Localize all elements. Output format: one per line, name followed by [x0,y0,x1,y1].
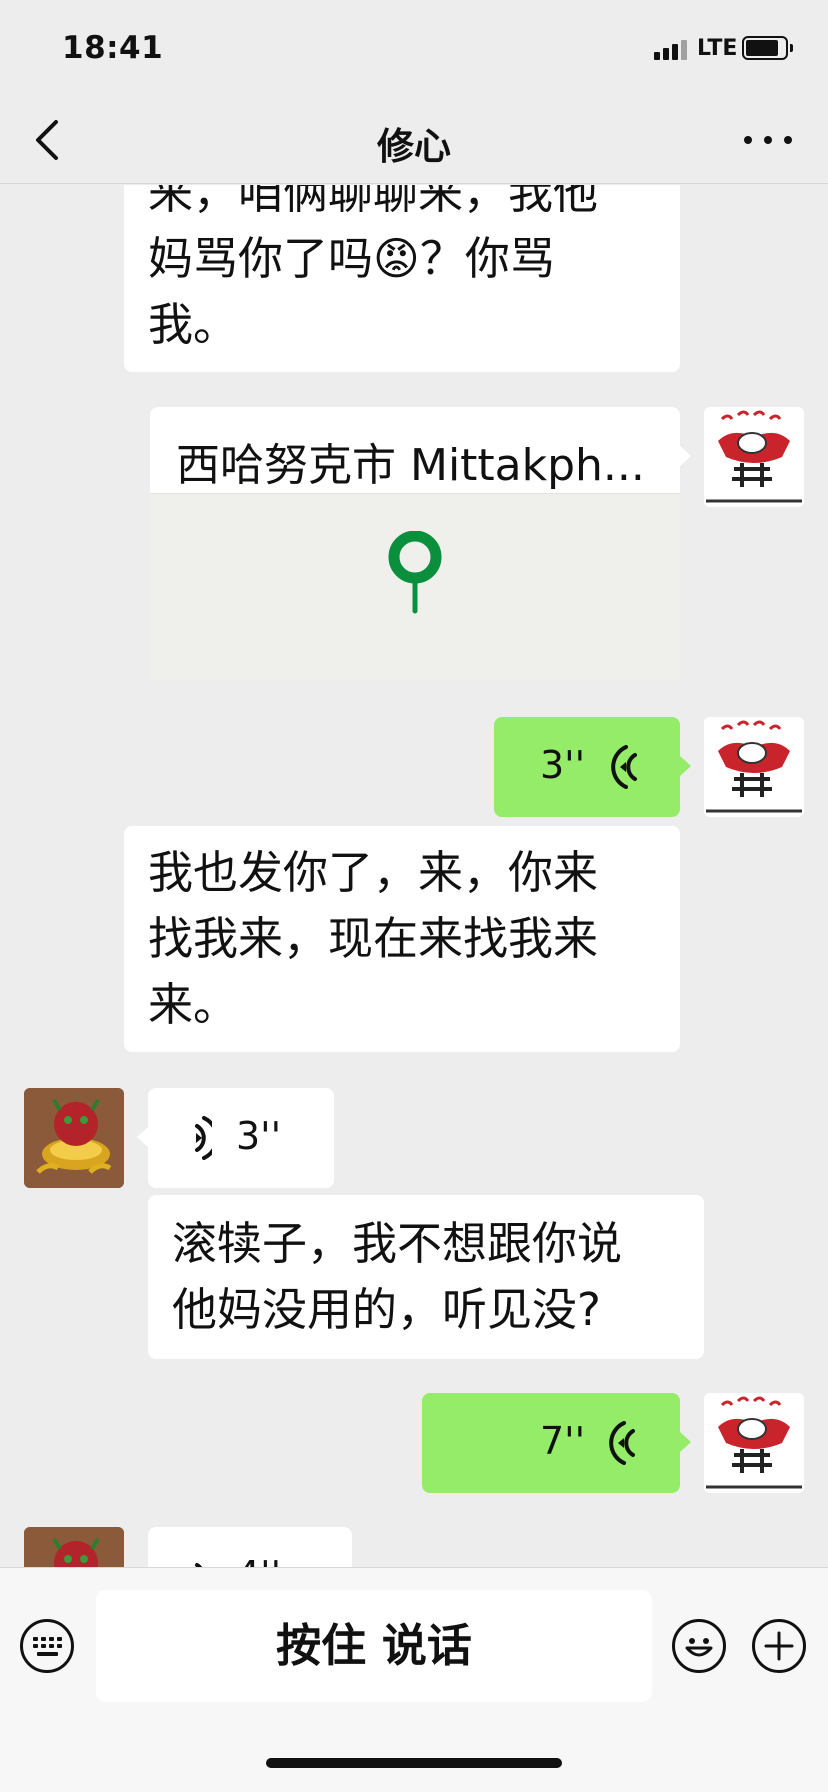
more-dots-icon [744,136,752,144]
battery-level [746,40,778,56]
voice-duration: 3'' [236,1114,282,1158]
emoji-icon [685,1638,713,1657]
location-title: 西哈努克市 Mittakph... [176,440,645,491]
battery-icon [742,36,793,60]
status-bar: 18:41 LTE [0,0,828,98]
message-text-line: 我也发你了，来，你来 [148,846,599,899]
message-bubble-voice[interactable]: 4'' [137,1527,352,1567]
avatar-self[interactable] [704,1393,804,1493]
message-list[interactable]: 来，咱俩聊聊来，我他 妈骂你了吗😡？你骂 我。 西哈努克市 Mittakph..… [0,185,828,1567]
home-indicator[interactable] [266,1758,562,1768]
voice-duration: 3'' [540,743,586,787]
message-text-line: 来，咱俩聊聊来，我他 [148,185,599,219]
emoji-button[interactable] [672,1619,726,1673]
message-bubble-voice[interactable]: 3'' [137,1088,334,1188]
message-text-line: 妈骂你了吗😡？你骂 [148,232,555,285]
message-text-line: 滚犊子，我不想跟你说 [172,1217,623,1270]
voice-duration: 4'' [236,1553,281,1567]
chat-title: 修心 [377,125,451,168]
keyboard-toggle-button[interactable] [20,1619,74,1673]
message-text-line: 我。 [148,298,239,351]
message-text-line: 来。 [148,978,239,1031]
self-avatar-logo-icon [704,407,804,507]
map-pin-icon [388,531,442,614]
voice-wave-icon [609,1421,635,1465]
location-map[interactable] [150,493,680,681]
avatar-self[interactable] [704,717,804,817]
voice-duration: 7'' [540,1419,586,1463]
message-bubble-voice[interactable]: 3'' [494,717,691,817]
signal-icon [654,38,688,60]
voice-wave-icon [195,1563,203,1567]
voice-wave-icon [611,745,637,789]
keyboard-icon [33,1637,62,1656]
chat-header: 修心 [0,98,828,184]
voice-wave-icon [195,1116,212,1160]
hold-to-talk-button[interactable]: 按住 说话 [96,1590,652,1702]
more-functions-button[interactable] [752,1619,806,1673]
avatar-self[interactable] [704,407,804,507]
status-time: 18:41 [62,30,164,66]
message-text-line: 他妈没用的，听见没? [172,1283,601,1336]
message-bubble-text[interactable]: 滚犊子，我不想跟你说 他妈没用的，听见没? [148,1195,704,1359]
self-avatar-logo-icon [704,1393,804,1493]
network-type: LTE [697,36,738,61]
more-button[interactable] [744,126,792,154]
avatar-other[interactable] [24,1527,124,1567]
avatar-other[interactable] [24,1088,124,1188]
message-bubble-voice[interactable]: 7'' [422,1393,691,1493]
message-text-line: 找我来，现在来找我来 [148,912,599,965]
message-bubble-location[interactable]: 西哈努克市 Mittakph... [150,407,691,681]
message-bubble-text[interactable]: 来，咱俩聊聊来，我他 妈骂你了吗😡？你骂 我。 [124,185,680,372]
other-avatar-dragon-icon [24,1088,124,1188]
other-avatar-dragon-icon [24,1527,124,1567]
self-avatar-logo-icon [704,717,804,817]
plus-icon [764,1631,794,1661]
message-bubble-text[interactable]: 我也发你了，来，你来 找我来，现在来找我来 来。 [124,826,680,1052]
